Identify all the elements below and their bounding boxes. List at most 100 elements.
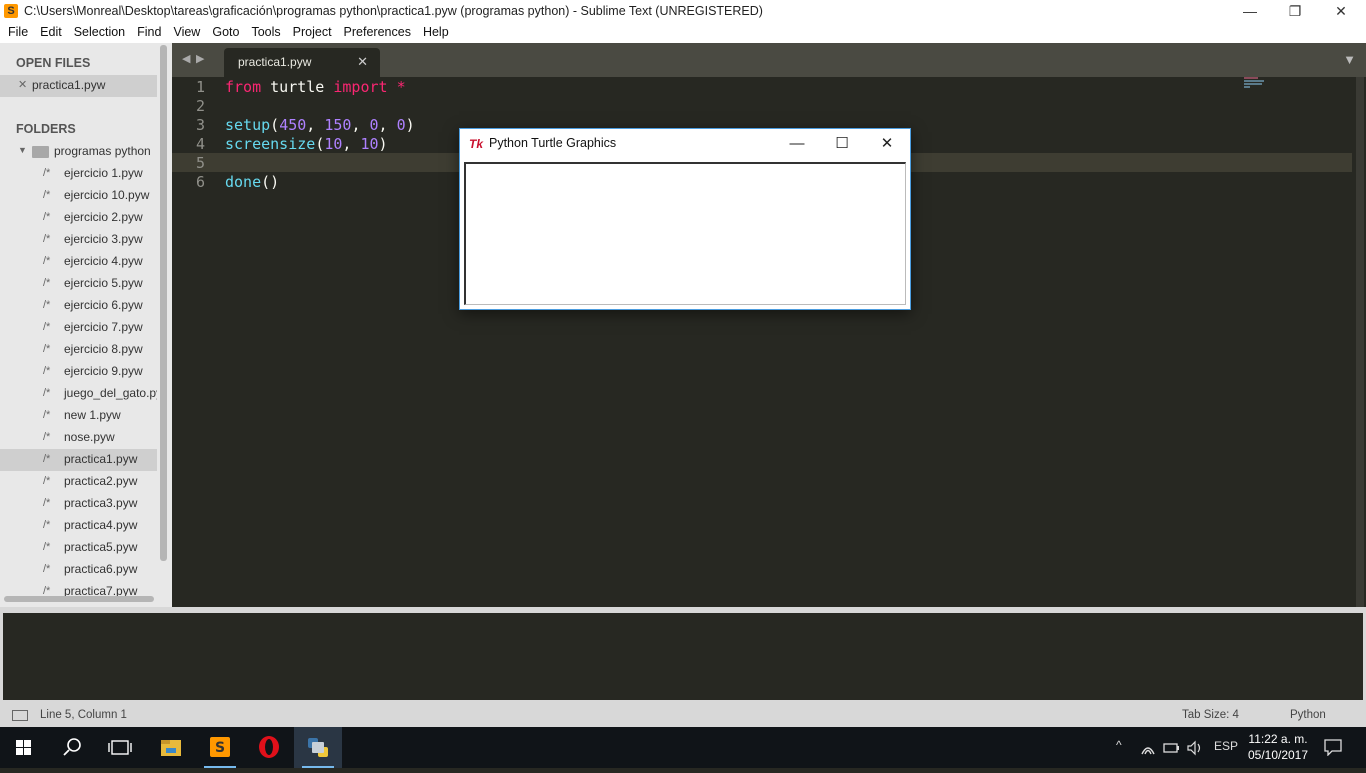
tab-label: practica1.pyw (238, 55, 312, 69)
file-label: ejercicio 3.pyw (64, 232, 143, 246)
open-file-item[interactable]: ✕ practica1.pyw (0, 75, 157, 97)
file-item[interactable]: /* ejercicio 5.pyw (0, 273, 157, 295)
file-item[interactable]: /* ejercicio 2.pyw (0, 207, 157, 229)
menu-bar: File Edit Selection Find View Goto Tools… (0, 23, 1366, 43)
wifi-icon[interactable] (1140, 740, 1156, 756)
volume-icon[interactable] (1186, 740, 1204, 756)
turtle-close-button[interactable]: ✕ (867, 131, 907, 159)
menu-tools[interactable]: Tools (245, 23, 286, 43)
menu-file[interactable]: File (2, 23, 34, 43)
file-item[interactable]: /* ejercicio 3.pyw (0, 229, 157, 251)
file-icon: /* (43, 189, 51, 201)
task-view-button[interactable] (96, 727, 144, 768)
tray-chevron-icon[interactable]: ^ (1116, 738, 1122, 752)
menu-preferences[interactable]: Preferences (338, 23, 417, 43)
chevron-down-icon[interactable]: ▼ (18, 145, 27, 155)
file-item[interactable]: /* practica1.pyw (0, 449, 157, 471)
code-token: () (261, 173, 280, 191)
file-icon: /* (43, 541, 51, 553)
menu-project[interactable]: Project (287, 23, 338, 43)
code-line[interactable]: 1 from turtle import * (172, 77, 1352, 96)
turtle-maximize-button[interactable]: ☐ (822, 131, 862, 159)
file-item[interactable]: /* ejercicio 10.pyw (0, 185, 157, 207)
sublime-text-icon: S (210, 737, 230, 757)
windows-start-button[interactable] (0, 727, 48, 768)
file-item[interactable]: /* juego_del_gato.py (0, 383, 157, 405)
windows-logo-icon (16, 740, 31, 755)
file-icon: /* (43, 387, 51, 399)
code-token: turtle (261, 78, 334, 96)
file-item[interactable]: /* new 1.pyw (0, 405, 157, 427)
close-button[interactable]: ✕ (1318, 0, 1364, 23)
turtle-graphics-window[interactable]: Tk Python Turtle Graphics — ☐ ✕ (459, 128, 911, 310)
menu-help[interactable]: Help (417, 23, 455, 43)
file-label: juego_del_gato.py (64, 386, 157, 400)
window-title: C:\Users\Monreal\Desktop\tareas\graficac… (24, 4, 763, 18)
open-file-label: practica1.pyw (32, 78, 106, 92)
minimize-button[interactable]: — (1227, 0, 1273, 23)
menu-selection[interactable]: Selection (68, 23, 131, 43)
file-label: practica5.pyw (64, 540, 138, 554)
file-explorer-button[interactable] (147, 727, 195, 768)
menu-edit[interactable]: Edit (34, 23, 68, 43)
line-number: 6 (195, 173, 205, 191)
notification-icon[interactable] (1324, 739, 1342, 756)
sidebar-horizontal-scrollbar[interactable] (4, 596, 154, 602)
tab-practica1[interactable]: practica1.pyw ✕ (224, 48, 380, 77)
turtle-window-title: Python Turtle Graphics (489, 136, 617, 150)
taskbar: S ^ ESP 11:22 a. m. 05/10/2017 (0, 727, 1366, 768)
search-button[interactable] (48, 727, 96, 768)
file-icon: /* (43, 409, 51, 421)
line-number: 5 (195, 154, 205, 172)
menu-goto[interactable]: Goto (206, 23, 245, 43)
file-item[interactable]: /* ejercicio 9.pyw (0, 361, 157, 383)
file-item[interactable]: /* ejercicio 7.pyw (0, 317, 157, 339)
file-item[interactable]: /* practica5.pyw (0, 537, 157, 559)
system-clock[interactable]: 11:22 a. m. 05/10/2017 (1246, 731, 1310, 763)
line-number: 1 (195, 78, 205, 96)
menu-find[interactable]: Find (131, 23, 167, 43)
input-language[interactable]: ESP (1214, 739, 1238, 753)
file-item[interactable]: /* ejercicio 4.pyw (0, 251, 157, 273)
panel-toggle-icon[interactable] (12, 710, 28, 721)
syntax-mode[interactable]: Python (1290, 709, 1326, 721)
file-item[interactable]: /* practica6.pyw (0, 559, 157, 581)
editor-scrollbar[interactable] (1356, 77, 1364, 607)
code-line[interactable]: 2 (172, 96, 1352, 115)
turtle-minimize-button[interactable]: — (777, 131, 817, 159)
folder-item[interactable]: ▼ programas python (0, 141, 157, 163)
tab-nav-right-icon[interactable]: ▶ (196, 52, 204, 65)
file-item[interactable]: /* ejercicio 1.pyw (0, 163, 157, 185)
line-number: 3 (195, 116, 205, 134)
clock-date: 05/10/2017 (1247, 748, 1309, 762)
code-token: 150 (324, 116, 352, 134)
code-token: ) (378, 135, 388, 153)
file-icon: /* (43, 431, 51, 443)
sublime-text-taskbar-button[interactable]: S (196, 727, 244, 768)
file-item[interactable]: /* practica4.pyw (0, 515, 157, 537)
battery-icon[interactable] (1163, 742, 1181, 754)
code-token: 10 (360, 135, 379, 153)
opera-button[interactable] (245, 727, 293, 768)
minimap[interactable] (1244, 77, 1268, 91)
file-item[interactable]: /* ejercicio 6.pyw (0, 295, 157, 317)
file-item[interactable]: /* nose.pyw (0, 427, 157, 449)
file-label: new 1.pyw (64, 408, 121, 422)
line-number: 4 (195, 135, 205, 153)
tab-dropdown-icon[interactable]: ▼ (1343, 52, 1356, 67)
restore-button[interactable]: ❐ (1272, 0, 1318, 23)
tab-nav-left-icon[interactable]: ◀ (182, 52, 190, 65)
console-output[interactable] (3, 613, 1363, 700)
turtle-canvas[interactable] (464, 162, 906, 305)
close-file-icon[interactable]: ✕ (18, 78, 27, 91)
tab-size[interactable]: Tab Size: 4 (1182, 709, 1239, 721)
file-item[interactable]: /* ejercicio 8.pyw (0, 339, 157, 361)
python-taskbar-button[interactable] (294, 727, 342, 768)
menu-view[interactable]: View (167, 23, 206, 43)
file-item[interactable]: /* practica3.pyw (0, 493, 157, 515)
file-item[interactable]: /* practica2.pyw (0, 471, 157, 493)
code-token: 10 (324, 135, 343, 153)
sidebar-vertical-scrollbar[interactable] (160, 45, 167, 561)
tab-close-icon[interactable]: ✕ (357, 54, 368, 70)
code-token: done (225, 173, 262, 191)
